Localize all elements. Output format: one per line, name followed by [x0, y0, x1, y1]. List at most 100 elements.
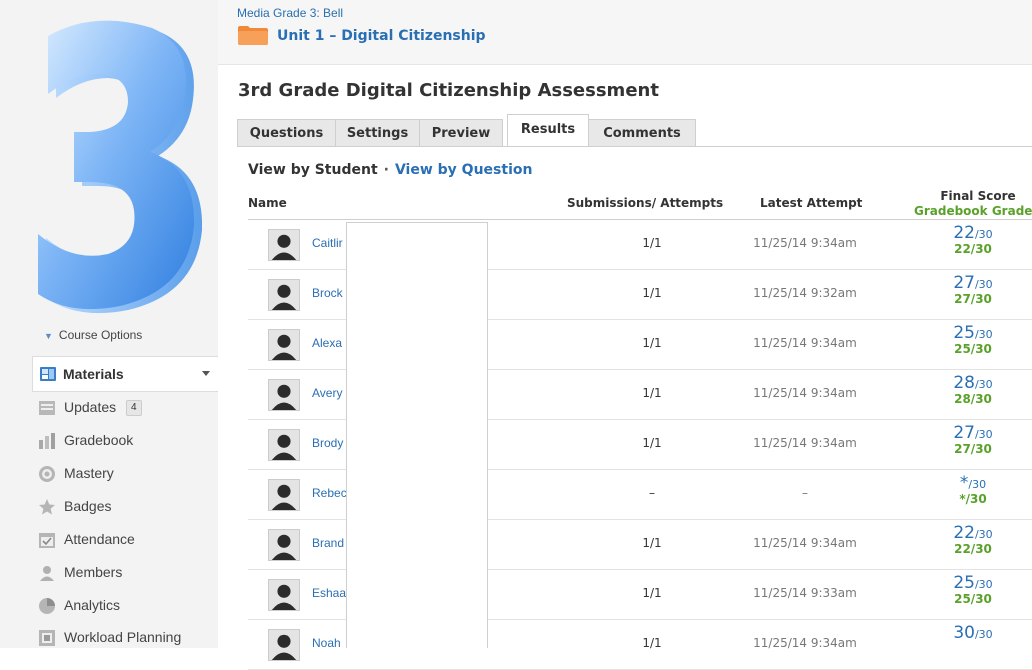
student-name-link[interactable]: Alexa — [312, 336, 342, 350]
tab-settings[interactable]: Settings — [335, 119, 420, 146]
score-value: 27 — [953, 273, 975, 293]
avatar[interactable] — [268, 379, 300, 411]
column-header-name[interactable]: Name — [248, 196, 287, 210]
submissions-value: 1/1 — [642, 336, 662, 350]
submissions-value: 1/1 — [642, 586, 662, 600]
submissions-value: 1/1 — [642, 286, 662, 300]
course-sidebar: ▼ Course Options Materials Updates 4 Grad… — [0, 0, 218, 648]
course-options-toggle[interactable]: ▼ Course Options — [44, 328, 142, 342]
gradebook-grade-value: 22/30 — [954, 542, 992, 556]
avatar[interactable] — [268, 279, 300, 311]
final-score[interactable]: 22/30 22/30 — [928, 523, 1018, 556]
score-value: 22 — [953, 523, 975, 543]
score-out-of: /30 — [974, 328, 993, 341]
score-out-of: /30 — [974, 378, 993, 391]
score-out-of: /30 — [974, 628, 993, 641]
gradebook-grade-value: */30 — [959, 492, 987, 506]
avatar[interactable] — [268, 429, 300, 461]
score-out-of: /30 — [968, 478, 987, 491]
submissions-value: 1/1 — [642, 436, 662, 450]
tab-preview[interactable]: Preview — [419, 119, 503, 146]
score-out-of: /30 — [974, 578, 993, 591]
sidebar-item-materials[interactable]: Materials — [32, 356, 218, 392]
student-name-link[interactable]: Rebec — [312, 486, 347, 500]
final-score[interactable]: 28/30 28/30 — [928, 373, 1018, 406]
sidebar-item-label: Members — [64, 564, 123, 580]
tab-results[interactable]: Results — [507, 114, 589, 146]
number-3-logo — [38, 20, 202, 314]
avatar[interactable] — [268, 529, 300, 561]
user-silhouette-icon — [271, 634, 297, 660]
student-name-link[interactable]: Brody — [312, 436, 343, 450]
latest-attempt-value: 11/25/14 9:32am — [753, 286, 857, 300]
final-score[interactable]: 30/30 — [928, 625, 1018, 643]
student-name-link[interactable]: Avery — [312, 386, 342, 400]
user-silhouette-icon — [271, 484, 297, 510]
page-title: 3rd Grade Digital Citizenship Assessment — [238, 80, 659, 101]
gradebook-icon — [39, 433, 55, 449]
tab-divider — [237, 146, 1032, 147]
sidebar-item-label: Gradebook — [64, 432, 134, 448]
view-separator: · — [383, 162, 389, 178]
student-name-link[interactable]: Brock — [312, 286, 343, 300]
latest-attempt-value: 11/25/14 9:34am — [753, 386, 857, 400]
score-out-of: /30 — [974, 278, 993, 291]
score-value: 28 — [953, 373, 975, 393]
tab-comments[interactable]: Comments — [588, 119, 696, 146]
avatar[interactable] — [268, 229, 300, 261]
badges-icon — [39, 499, 55, 515]
avatar[interactable] — [268, 329, 300, 361]
column-header-submissions[interactable]: Submissions/ Attempts — [567, 196, 723, 210]
final-score[interactable]: 25/30 25/30 — [928, 323, 1018, 356]
view-toggle: View by Student · View by Question — [248, 162, 532, 178]
final-score[interactable]: 27/30 27/30 — [928, 423, 1018, 456]
user-silhouette-icon — [271, 434, 297, 460]
latest-attempt-value: 11/25/14 9:34am — [753, 336, 857, 350]
score-value: 25 — [953, 323, 975, 343]
view-by-student[interactable]: View by Student — [248, 162, 378, 178]
materials-icon — [40, 367, 56, 381]
column-header-latest-attempt[interactable]: Latest Attempt — [760, 196, 862, 210]
materials-label: Materials — [63, 366, 124, 382]
folder-icon — [238, 26, 268, 45]
user-silhouette-icon — [271, 384, 297, 410]
view-by-question-link[interactable]: View by Question — [395, 162, 532, 178]
latest-attempt-value: 11/25/14 9:34am — [753, 436, 857, 450]
final-score[interactable]: 25/30 25/30 — [928, 575, 1018, 606]
score-value: 27 — [953, 423, 975, 443]
updates-count-badge: 4 — [126, 400, 142, 416]
student-name-link[interactable]: Eshaa — [312, 586, 346, 600]
user-silhouette-icon — [271, 334, 297, 360]
final-score[interactable]: 22/30 22/30 — [928, 225, 1018, 256]
gradebook-grade-value: 25/30 — [954, 342, 992, 356]
score-value: 30 — [953, 623, 975, 643]
student-name-link[interactable]: Caitlir — [312, 236, 343, 250]
latest-attempt-value: 11/25/14 9:33am — [753, 586, 857, 600]
breadcrumb-course-link[interactable]: Media Grade 3: Bell — [237, 6, 343, 20]
final-score[interactable]: 27/30 27/30 — [928, 273, 1018, 306]
chevron-down-icon[interactable] — [202, 371, 210, 376]
analytics-icon — [39, 598, 55, 614]
column-header-final-score[interactable]: Final Score — [938, 189, 1018, 203]
gradebook-grade-value: 27/30 — [954, 442, 992, 456]
workload-planning-icon — [39, 630, 55, 646]
sidebar-item-label: Updates — [64, 399, 117, 415]
caret-down-icon: ▼ — [44, 331, 53, 341]
final-score[interactable]: */30 */30 — [928, 475, 1018, 506]
sidebar-item-label: Analytics — [64, 597, 121, 613]
submissions-value: 1/1 — [642, 536, 662, 550]
score-out-of: /30 — [974, 428, 993, 441]
breadcrumb-unit-link[interactable]: Unit 1 – Digital Citizenship — [277, 28, 486, 44]
avatar[interactable] — [268, 479, 300, 511]
tab-questions[interactable]: Questions — [237, 119, 336, 146]
sidebar-item-label: Badges — [64, 498, 112, 514]
avatar[interactable] — [268, 579, 300, 611]
mastery-icon — [39, 466, 55, 482]
gradebook-grade-value: 28/30 — [954, 392, 992, 406]
student-name-link[interactable]: Brand — [312, 536, 344, 550]
course-options-label: Course Options — [58, 328, 143, 342]
gradebook-grade-value: 27/30 — [954, 292, 992, 306]
submissions-value: 1/1 — [642, 386, 662, 400]
avatar[interactable] — [268, 629, 300, 661]
sidebar-item-label: Workload Planning — [64, 629, 182, 645]
